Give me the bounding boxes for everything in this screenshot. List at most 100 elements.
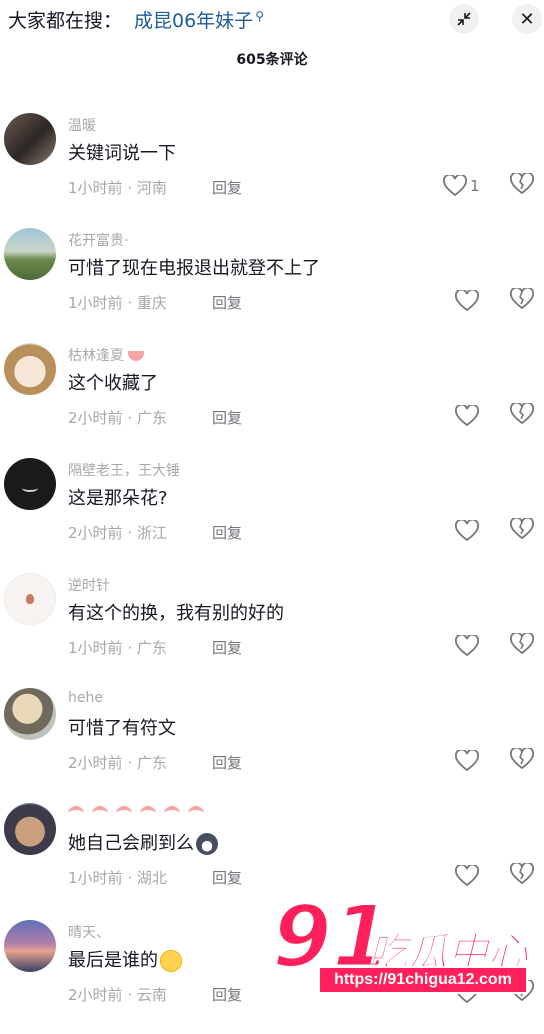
- broken-heart-icon: [510, 861, 534, 885]
- reply-button[interactable]: 回复: [212, 637, 242, 658]
- comment-item: 花开富贵· 可惜了现在电报退出就登不上了 1小时前 · 重庆 回复: [0, 228, 544, 342]
- dislike-button[interactable]: [510, 401, 536, 429]
- comment-location: 河南: [136, 179, 167, 197]
- avatar[interactable]: [4, 920, 56, 972]
- reply-button[interactable]: 回复: [212, 407, 242, 428]
- avatar[interactable]: [4, 573, 56, 625]
- comment-username[interactable]: 温暖: [68, 115, 96, 135]
- comment-text: 可惜了现在电报退出就登不上了: [68, 258, 320, 279]
- meta-separator: ·: [122, 986, 137, 1004]
- collapse-icon: [457, 12, 471, 26]
- meta-separator: ·: [122, 639, 137, 657]
- comment-username[interactable]: 晴天、: [68, 922, 110, 942]
- reply-button[interactable]: 回复: [212, 177, 242, 198]
- reply-button[interactable]: 回复: [212, 522, 242, 543]
- heart-icon: [455, 520, 479, 542]
- close-button[interactable]: ✕: [512, 4, 542, 34]
- comment-text: 这个收藏了: [68, 373, 158, 394]
- comment-item: 枯林逢夏 这个收藏了 2小时前 · 广东 回复: [0, 343, 544, 457]
- dislike-button[interactable]: [510, 861, 536, 889]
- search-suggestion-text: 成昆06年妹子: [134, 10, 254, 32]
- comment-meta: 1小时前 · 广东: [68, 637, 167, 658]
- reply-button[interactable]: 回复: [212, 984, 242, 1005]
- rainbow-icon: [116, 806, 132, 820]
- comment-meta: 1小时前 · 湖北: [68, 867, 167, 888]
- like-button[interactable]: [455, 748, 505, 774]
- avatar[interactable]: [4, 113, 56, 165]
- like-button[interactable]: [455, 518, 505, 544]
- comment-item: hehe 可惜了有符文 2小时前 · 广东 回复: [0, 688, 544, 802]
- heart-icon: [455, 635, 479, 657]
- broken-heart-icon: [510, 631, 534, 655]
- top-search-bar: 大家都在搜： 成昆06年妹子 ⚲ ✕: [0, 0, 544, 40]
- dislike-button[interactable]: [510, 286, 536, 314]
- comment-username[interactable]: hehe: [68, 690, 103, 706]
- comment-time: 2小时前: [68, 754, 123, 772]
- meta-separator: ·: [122, 524, 137, 542]
- comment-time: 1小时前: [68, 639, 123, 657]
- close-icon: ✕: [519, 8, 535, 30]
- dislike-button[interactable]: [510, 746, 536, 774]
- comment-text: 这是那朵花?: [68, 488, 168, 509]
- dislike-button[interactable]: [510, 171, 536, 199]
- rainbow-icon: [140, 806, 156, 820]
- watermelon-emoji-icon: [128, 351, 144, 361]
- comment-text-content: 最后是谁的: [68, 950, 158, 971]
- like-button[interactable]: [455, 288, 505, 314]
- heart-icon: [455, 865, 479, 887]
- comment-meta: 2小时前 · 浙江: [68, 522, 167, 543]
- rainbow-icon: [188, 806, 204, 820]
- collapse-button[interactable]: [449, 4, 479, 34]
- comment-text: 最后是谁的: [68, 946, 182, 972]
- comment-count: 605条评论: [236, 52, 308, 68]
- dislike-button[interactable]: [510, 516, 536, 544]
- comment-username[interactable]: 枯林逢夏: [68, 345, 144, 365]
- reply-button[interactable]: 回复: [212, 867, 242, 888]
- avatar[interactable]: [4, 688, 56, 740]
- comment-location: 重庆: [136, 294, 167, 312]
- like-button[interactable]: 1: [443, 173, 493, 199]
- comment-meta: 2小时前 · 广东: [68, 407, 167, 428]
- like-button[interactable]: [455, 863, 505, 889]
- watermark-url: https://91chigua12.com: [318, 966, 528, 994]
- comment-username[interactable]: [68, 805, 212, 821]
- like-count: 1: [470, 177, 480, 195]
- broken-heart-icon: [510, 516, 534, 540]
- comment-meta: 2小时前 · 广东: [68, 752, 167, 773]
- comment-meta: 1小时前 · 重庆: [68, 292, 167, 313]
- comment-username[interactable]: 隔壁老王，王大锤: [68, 460, 180, 480]
- comment-meta: 1小时前 · 河南: [68, 177, 167, 198]
- comment-time: 1小时前: [68, 179, 123, 197]
- search-prefix-label: 大家都在搜：: [8, 10, 123, 32]
- rainbow-icon: [164, 806, 180, 820]
- comment-item: 隔壁老王，王大锤 这是那朵花? 2小时前 · 浙江 回复: [0, 458, 544, 572]
- rainbow-emoji-row: [68, 805, 212, 821]
- comment-username[interactable]: 逆时针: [68, 575, 110, 595]
- comment-location: 云南: [136, 986, 167, 1004]
- heart-icon: [443, 175, 467, 197]
- comment-text: 可惜了有符文: [68, 718, 176, 739]
- avatar[interactable]: [4, 343, 56, 395]
- comment-time: 1小时前: [68, 294, 123, 312]
- comment-location: 广东: [136, 409, 167, 427]
- comment-text: 有这个的换，我有别的好的: [68, 603, 284, 624]
- comment-username[interactable]: 花开富贵·: [68, 230, 128, 250]
- like-button[interactable]: [455, 633, 505, 659]
- comment-location: 广东: [136, 754, 167, 772]
- reply-button[interactable]: 回复: [212, 292, 242, 313]
- avatar[interactable]: [4, 803, 56, 855]
- search-icon: ⚲: [255, 8, 264, 23]
- avatar[interactable]: [4, 458, 56, 510]
- heart-icon: [455, 750, 479, 772]
- site-watermark: 91 吃瓜中心 https://91chigua12.com: [271, 893, 532, 1004]
- reply-button[interactable]: 回复: [212, 752, 242, 773]
- avatar[interactable]: [4, 228, 56, 280]
- comment-text: 她自己会刷到么: [68, 829, 218, 855]
- like-button[interactable]: [455, 403, 505, 429]
- search-suggestion-link[interactable]: 成昆06年妹子 ⚲: [134, 6, 264, 33]
- meta-separator: ·: [122, 754, 137, 772]
- comment-location: 湖北: [136, 869, 167, 887]
- rainbow-icon: [68, 806, 84, 820]
- comment-text-content: 她自己会刷到么: [68, 833, 194, 854]
- dislike-button[interactable]: [510, 631, 536, 659]
